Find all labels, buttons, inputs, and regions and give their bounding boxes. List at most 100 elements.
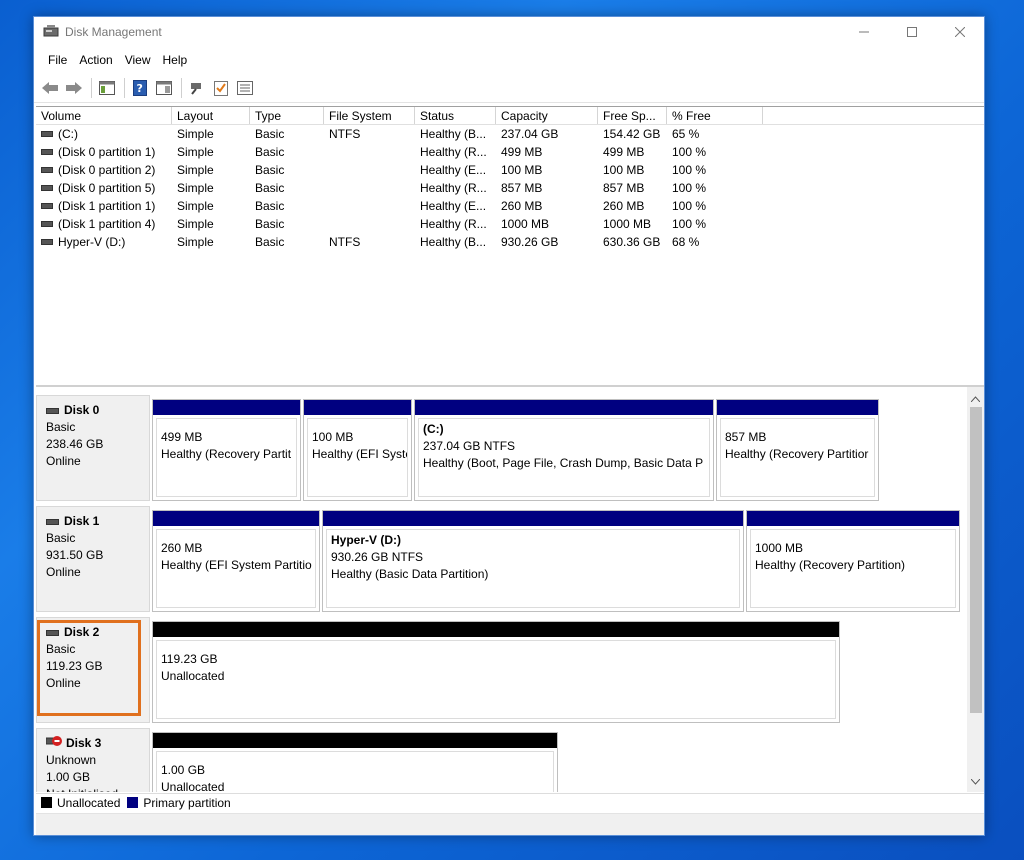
- column-header-layout[interactable]: Layout: [172, 107, 250, 124]
- column-header-status[interactable]: Status: [415, 107, 496, 124]
- scroll-up-icon[interactable]: [967, 390, 984, 407]
- help-icon[interactable]: ?: [129, 77, 151, 99]
- partition-block[interactable]: 499 MB Healthy (Recovery Partit: [152, 399, 301, 501]
- unallocated-bar: [153, 733, 557, 748]
- cell-volume: (Disk 0 partition 1): [36, 145, 172, 159]
- cell-free-space: 100 MB: [603, 163, 645, 177]
- column-header-file-system[interactable]: File System: [324, 107, 415, 124]
- partition-size: 1000 MB: [755, 541, 804, 555]
- disk-row: Disk 0 Basic 238.46 GB Online 499 MB Healthy …: [36, 395, 963, 503]
- primary-partition-bar: [153, 511, 319, 526]
- partition-block[interactable]: 1000 MB Healthy (Recovery Partition): [746, 510, 960, 612]
- column-header-volume[interactable]: Volume: [36, 107, 172, 124]
- cell-type: Basic: [255, 235, 285, 249]
- table-row[interactable]: (Disk 0 partition 5) Simple Basic Healthy (…: [36, 179, 984, 197]
- cell-capacity: 857 MB: [501, 181, 543, 195]
- disk-size: 1.00 GB: [46, 770, 91, 784]
- cell-status: Healthy (B...: [420, 235, 487, 249]
- partition-strip: 119.23 GB Unallocated: [152, 621, 842, 723]
- column-header-free-space[interactable]: Free Sp...: [598, 107, 667, 124]
- cell-percent-free: 68 %: [672, 235, 700, 249]
- disk-name: Disk 3: [45, 735, 149, 752]
- back-icon[interactable]: [39, 77, 61, 99]
- forward-icon[interactable]: [63, 77, 85, 99]
- cell-capacity: 499 MB: [501, 145, 543, 159]
- show-hide-console-tree-icon[interactable]: [96, 77, 118, 99]
- partition-block[interactable]: Hyper-V (D:) 930.26 GB NTFS Healthy (Basic…: [322, 510, 744, 612]
- partition-details: 119.23 GB Unallocated: [156, 640, 836, 719]
- scroll-thumb[interactable]: [970, 407, 982, 713]
- table-row[interactable]: (Disk 1 partition 4) Simple Basic Healthy (…: [36, 215, 984, 233]
- partition-block[interactable]: 100 MB Healthy (EFI Syste: [303, 399, 412, 501]
- toolbar-separator: [91, 77, 92, 98]
- table-row[interactable]: (Disk 0 partition 2) Simple Basic Healthy (…: [36, 161, 984, 179]
- disk-management-window: Disk Management File Action View Help ? …: [33, 16, 985, 836]
- disk-name: Disk 1: [46, 513, 149, 530]
- cell-status: Healthy (R...: [420, 181, 487, 195]
- disk-label-panel[interactable]: Disk 1 Basic 931.50 GB Online: [36, 506, 150, 612]
- disk-row: Disk 2 Basic 119.23 GB Online 119.23 GB Unall…: [36, 617, 963, 725]
- column-header-percent-free[interactable]: % Free: [667, 107, 763, 124]
- cell-free-space: 154.42 GB: [603, 127, 661, 141]
- column-header-capacity[interactable]: Capacity: [496, 107, 598, 124]
- disk-icon: [46, 407, 59, 414]
- cell-percent-free: 100 %: [672, 181, 707, 195]
- primary-partition-bar: [415, 400, 713, 415]
- cell-status: Healthy (E...: [420, 163, 487, 177]
- table-row[interactable]: (Disk 1 partition 1) Simple Basic Healthy (…: [36, 197, 984, 215]
- cell-percent-free: 100 %: [672, 199, 707, 213]
- menu-action[interactable]: Action: [73, 51, 118, 71]
- cell-free-space: 630.36 GB: [603, 235, 661, 249]
- unallocated-space[interactable]: 119.23 GB Unallocated: [152, 621, 840, 723]
- column-header-type[interactable]: Type: [250, 107, 324, 124]
- partition-size: 100 MB: [312, 430, 354, 444]
- cell-file-system: NTFS: [329, 127, 361, 141]
- volume-icon: [41, 130, 53, 137]
- partition-block[interactable]: 857 MB Healthy (Recovery Partitior: [716, 399, 879, 501]
- connect-icon[interactable]: [186, 77, 208, 99]
- partition-size: 499 MB: [161, 430, 203, 444]
- partition-status: Healthy (EFI System Partitio: [161, 558, 312, 572]
- table-row[interactable]: (C:) Simple Basic NTFS Healthy (B... 237.04 G…: [36, 125, 984, 143]
- partition-details: 1000 MB Healthy (Recovery Partition): [750, 529, 956, 608]
- disk-label-panel[interactable]: Disk 0 Basic 238.46 GB Online: [36, 395, 150, 501]
- check-icon[interactable]: [210, 77, 232, 99]
- unallocated-space[interactable]: 1.00 GB Unallocated: [152, 732, 558, 792]
- list-icon[interactable]: [234, 77, 256, 99]
- scroll-down-icon[interactable]: [967, 773, 984, 790]
- partition-status: Healthy (Recovery Partitior: [725, 447, 869, 461]
- close-button[interactable]: [936, 17, 984, 47]
- maximize-button[interactable]: [888, 17, 936, 47]
- minimize-button[interactable]: [840, 17, 888, 47]
- vertical-scrollbar[interactable]: [967, 387, 984, 792]
- partition-details: Hyper-V (D:) 930.26 GB NTFS Healthy (Basic…: [326, 529, 740, 608]
- properties-icon[interactable]: [153, 77, 175, 99]
- cell-type: Basic: [255, 181, 285, 195]
- cell-volume: Hyper-V (D:): [36, 235, 172, 249]
- volume-name: (Disk 0 partition 2): [58, 163, 156, 177]
- disk-name-text: Disk 1: [64, 514, 100, 528]
- cell-percent-free: 65 %: [672, 127, 700, 141]
- primary-partition-bar: [717, 400, 878, 415]
- cell-volume: (Disk 0 partition 5): [36, 181, 172, 195]
- table-row[interactable]: Hyper-V (D:) Simple Basic NTFS Healthy (B...…: [36, 233, 984, 251]
- partition-size: 930.26 GB NTFS: [331, 550, 424, 564]
- disk-name-text: Disk 3: [66, 736, 102, 750]
- cell-layout: Simple: [177, 217, 214, 231]
- cell-volume: (Disk 1 partition 1): [36, 199, 172, 213]
- cell-percent-free: 100 %: [672, 217, 707, 231]
- menu-help[interactable]: Help: [157, 51, 194, 71]
- partition-block[interactable]: (C:) 237.04 GB NTFS Healthy (Boot, Page Fi…: [414, 399, 714, 501]
- table-row[interactable]: (Disk 0 partition 1) Simple Basic Healthy (…: [36, 143, 984, 161]
- legend: Unallocated Primary partition: [36, 793, 984, 811]
- partition-size: 237.04 GB NTFS: [423, 439, 516, 453]
- disk-row: Disk 3 Unknown 1.00 GB Not Initialised 1.00 …: [36, 728, 963, 792]
- partition-block[interactable]: 260 MB Healthy (EFI System Partitio: [152, 510, 320, 612]
- cell-layout: Simple: [177, 145, 214, 159]
- cell-capacity: 930.26 GB: [501, 235, 559, 249]
- volume-icon: [41, 220, 53, 227]
- legend-unallocated-swatch: [41, 797, 52, 808]
- menu-file[interactable]: File: [42, 51, 73, 71]
- menu-view[interactable]: View: [119, 51, 157, 71]
- disk-label-panel[interactable]: Disk 3 Unknown 1.00 GB Not Initialised: [36, 728, 150, 792]
